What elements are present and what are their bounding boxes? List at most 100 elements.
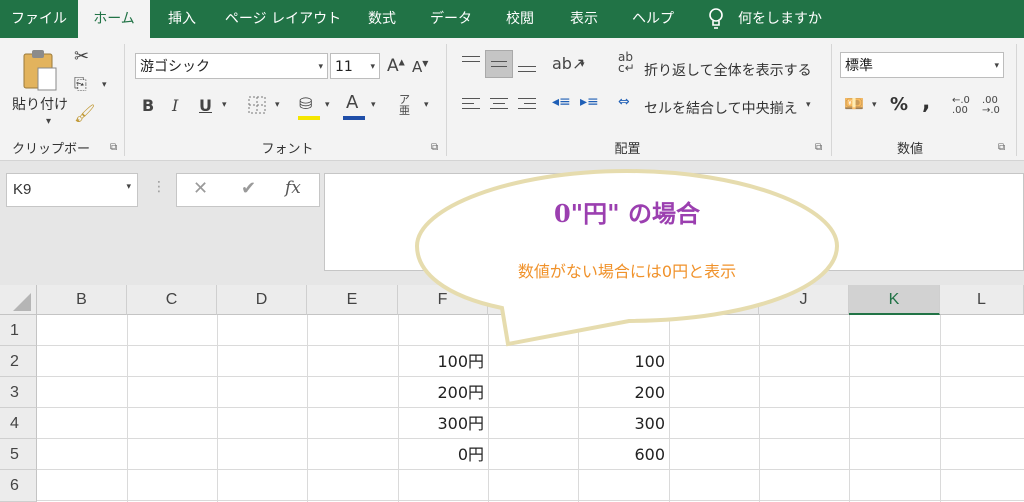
paste-dropdown-icon[interactable]: ▾ [46,116,51,127]
chevron-down-icon[interactable]: ▾ [325,100,330,110]
copy-dropdown-icon[interactable]: ▾ [102,80,107,90]
chevron-down-icon[interactable]: ▾ [370,54,375,80]
lightbulb-icon[interactable] [704,0,728,38]
chevron-down-icon[interactable]: ▾ [806,100,811,110]
chevron-down-icon[interactable]: ▾ [371,100,376,110]
dialog-launcher-icon[interactable]: ⧉ [998,142,1005,153]
tab-page-layout[interactable]: ページ レイアウト [214,0,352,38]
gridline [37,469,1024,470]
paste-icon[interactable] [20,48,60,96]
align-middle-icon[interactable] [485,50,513,78]
wrap-text-icon[interactable]: ab c↵ [618,51,635,74]
callout-title: 0"円" の場合 [553,199,701,228]
italic-button[interactable]: I [172,96,178,115]
increase-decimal-icon[interactable]: ←.0.00 [952,96,970,116]
fill-color-swatch [298,116,320,120]
decrease-decimal-icon[interactable]: .00 →.0 [982,96,1000,116]
cell-F4[interactable]: 300円 [398,408,488,439]
wrap-text-button[interactable]: 折り返して全体を表示する [644,60,812,80]
group-divider [1016,44,1017,156]
group-divider [446,44,447,156]
comma-style-button[interactable]: , [922,90,930,115]
cell-F6[interactable] [398,470,488,501]
cut-icon[interactable]: ✂ [74,46,89,67]
tab-review[interactable]: 校閲 [490,0,550,38]
row-header[interactable]: 3 [0,377,37,408]
tab-formulas[interactable]: 数式 [352,0,412,38]
insert-function-icon[interactable]: fx [285,178,301,198]
row-header[interactable]: 4 [0,408,37,439]
bold-button[interactable]: B [142,96,154,115]
fill-color-icon[interactable]: ⛁ [299,94,312,113]
merge-center-button[interactable]: セルを結合して中央揃え [644,98,798,118]
column-header-selected[interactable]: K [849,285,940,315]
dialog-launcher-icon[interactable]: ⧉ [110,142,117,153]
gridline [940,315,941,502]
chevron-down-icon[interactable]: ▾ [424,100,429,110]
underline-button[interactable]: U [199,96,212,115]
tab-file[interactable]: ファイル [0,0,78,38]
currency-icon[interactable]: 💴 [844,94,864,113]
gridline [37,376,1024,377]
gridline [37,438,1024,439]
gridline [307,315,308,502]
borders-icon[interactable] [248,96,266,118]
cell-H5[interactable]: 600 [578,439,669,470]
column-header[interactable]: L [940,285,1024,315]
column-header[interactable]: B [37,285,127,315]
chevron-down-icon[interactable]: ▾ [318,54,323,80]
confirm-icon[interactable]: ✔ [241,178,256,199]
group-divider [831,44,832,156]
number-format-value: 標準 [845,58,873,74]
column-header[interactable]: C [127,285,217,315]
cell-H6[interactable] [578,470,669,501]
formula-buttons: ✕ ✔ fx [176,173,320,207]
font-size-combo[interactable]: 11 ▾ [330,53,380,79]
alignment-group-label: 配置 [614,142,641,157]
row-header[interactable]: 6 [0,470,37,502]
font-color-icon[interactable]: A [346,92,358,113]
font-name-combo[interactable]: 游ゴシック ▾ [135,53,328,79]
group-divider [124,44,125,156]
cell-H4[interactable]: 300 [578,408,669,439]
cancel-icon[interactable]: ✕ [193,178,208,199]
chevron-down-icon[interactable]: ▾ [994,53,999,79]
gridline [217,315,218,502]
cell-F5[interactable]: 0円 [398,439,488,470]
paste-button-label[interactable]: 貼り付け [12,94,68,114]
row-header[interactable]: 1 [0,315,37,346]
dialog-launcher-icon[interactable]: ⧉ [431,142,438,153]
increase-indent-icon[interactable]: ▸≡ [580,94,599,110]
format-painter-icon[interactable]: 🖌 [74,104,96,124]
chevron-down-icon[interactable]: ▾ [126,182,131,192]
tab-help[interactable]: ヘルプ [618,0,688,38]
cell-H3[interactable]: 200 [578,377,669,408]
name-box[interactable]: K9 ▾ [6,173,138,207]
select-all-button[interactable] [0,285,37,315]
dialog-launcher-icon[interactable]: ⧉ [815,142,822,153]
column-header[interactable]: D [217,285,307,315]
tab-data[interactable]: データ [412,0,490,38]
decrease-font-icon[interactable]: A▼ [412,58,428,76]
chevron-down-icon[interactable]: ▾ [222,100,227,110]
increase-font-icon[interactable]: A▲ [387,56,405,76]
percent-style-button[interactable]: % [890,94,908,115]
chevron-down-icon[interactable]: ▾ [275,100,280,110]
chevron-down-icon[interactable]: ▾ [872,100,877,110]
cell-F3[interactable]: 200円 [398,377,488,408]
row-header[interactable]: 5 [0,439,37,470]
merge-center-icon[interactable]: ⇔ [618,94,630,110]
tab-insert[interactable]: 挿入 [150,0,214,38]
tell-me-search[interactable]: 何をしますか [738,0,828,38]
copy-icon[interactable]: ⎘ [74,74,87,94]
more-options-icon[interactable]: ⋮ [152,179,166,195]
tab-home[interactable]: ホーム [78,0,150,38]
row-header[interactable]: 2 [0,346,37,377]
font-name-value: 游ゴシック [140,59,210,75]
column-header[interactable]: E [307,285,398,315]
decrease-indent-icon[interactable]: ◂≡ [552,94,571,110]
chevron-down-icon[interactable]: ▾ [580,60,585,70]
number-format-combo[interactable]: 標準 ▾ [840,52,1004,78]
tab-view[interactable]: 表示 [550,0,618,38]
phonetic-guide-icon[interactable]: ア亜 [399,94,410,116]
